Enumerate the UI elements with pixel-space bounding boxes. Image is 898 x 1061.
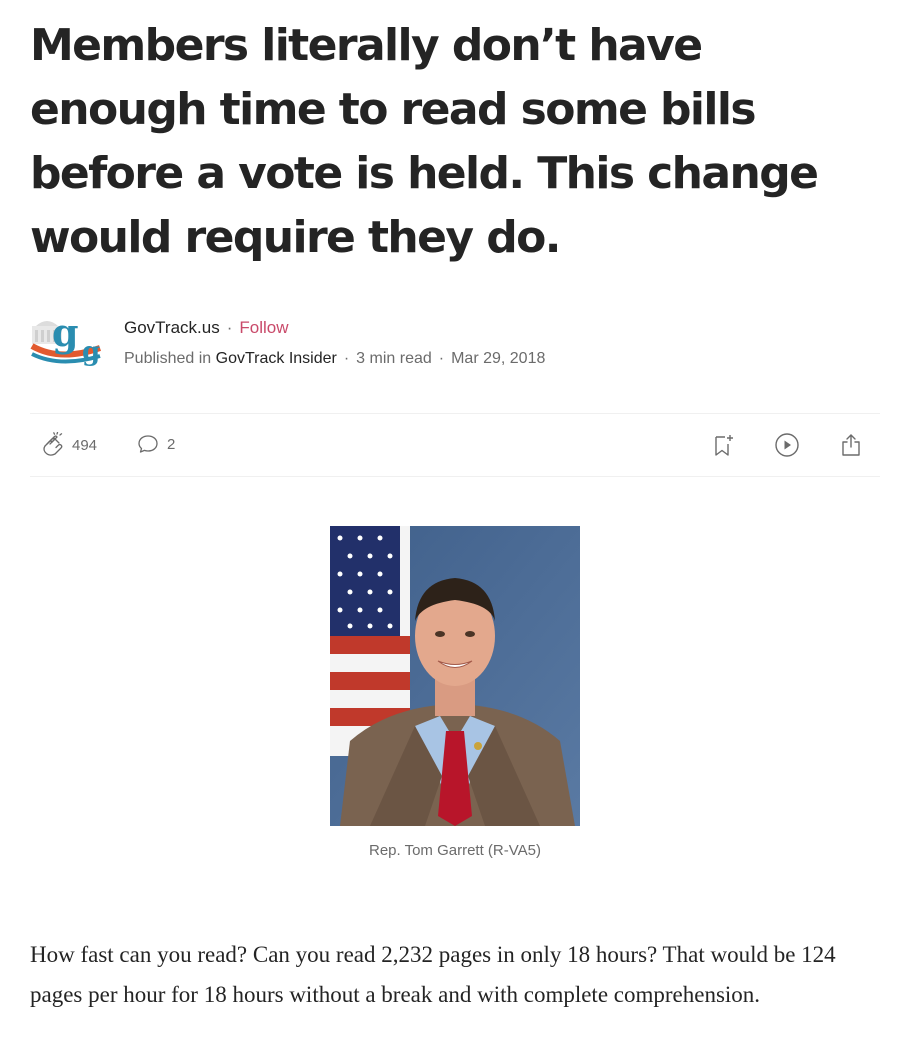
svg-text:g: g <box>82 337 100 367</box>
author-name[interactable]: GovTrack.us <box>124 318 220 337</box>
comment-icon <box>136 432 160 456</box>
svg-text:g: g <box>52 312 79 355</box>
action-bar: 494 2 <box>30 413 880 477</box>
separator-dot: · <box>438 350 445 367</box>
author-line: GovTrack.us · Follow <box>124 318 289 338</box>
share-icon <box>838 432 864 458</box>
separator-dot: · <box>343 350 350 367</box>
publication-link[interactable]: GovTrack Insider <box>216 350 337 367</box>
listen-button[interactable] <box>774 432 800 458</box>
image-caption: Rep. Tom Garrett (R-VA5) <box>369 842 541 859</box>
separator-dot: · <box>226 318 233 337</box>
responses-button[interactable]: 2 <box>136 432 175 456</box>
clap-button[interactable]: 494 <box>40 432 97 458</box>
follow-button[interactable]: Follow <box>239 318 288 337</box>
author-block: g g GovTrack.us · Follow Published in GovT… <box>30 310 880 372</box>
publication-line: Published in GovTrack Insider · 3 min read… <box>124 349 545 369</box>
response-count: 2 <box>167 435 176 453</box>
published-in-label: Published in <box>124 350 212 367</box>
clap-count: 494 <box>72 436 98 454</box>
read-time: 3 min read <box>356 350 432 367</box>
govtrack-logo-avatar[interactable]: g g <box>30 310 108 368</box>
play-icon <box>774 432 800 458</box>
body-paragraph: How fast can you read? Can you read 2,23… <box>30 942 836 1007</box>
article-title: Members literally don’t have enough time… <box>30 20 819 263</box>
save-button[interactable] <box>710 432 736 458</box>
clap-icon <box>40 432 66 458</box>
bookmark-add-icon <box>710 432 736 458</box>
publish-date: Mar 29, 2018 <box>451 350 546 367</box>
share-button[interactable] <box>838 432 864 458</box>
portrait-image <box>330 526 580 826</box>
